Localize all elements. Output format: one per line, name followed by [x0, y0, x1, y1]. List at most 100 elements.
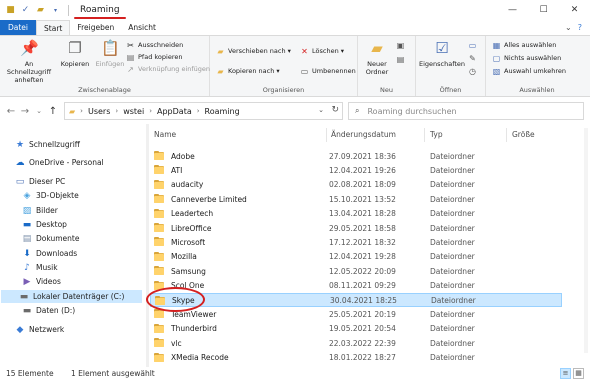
- file-date: 12.05.2022 20:09: [329, 266, 396, 276]
- file-name: audacity: [171, 180, 204, 190]
- table-row[interactable]: Samsung 12.05.2022 20:09 Dateiordner: [150, 264, 562, 278]
- cut-button[interactable]: ✂ Ausschneiden: [126, 40, 183, 50]
- minimize-button[interactable]: —: [497, 0, 528, 20]
- file-date: 12.04.2021 19:26: [329, 165, 396, 175]
- large-icons-view-icon[interactable]: ▦: [573, 368, 584, 379]
- up-arrow-icon[interactable]: ↑: [46, 106, 60, 117]
- move-to-button[interactable]: ▰ Verschieben nach ▾: [216, 46, 291, 56]
- forward-arrow-icon[interactable]: →: [18, 106, 32, 117]
- file-list-scrollbar[interactable]: [584, 128, 588, 353]
- column-header-type[interactable]: Typ: [430, 130, 443, 139]
- table-row[interactable]: LibreOffice 29.05.2021 18:58 Dateiordner: [150, 221, 562, 235]
- nav-item-onedrive[interactable]: ☁ OneDrive - Personal: [15, 156, 104, 169]
- table-row[interactable]: audacity 02.08.2021 18:09 Dateiordner: [150, 178, 562, 192]
- chevron-right-icon[interactable]: ›: [80, 107, 83, 115]
- nav-item-label: OneDrive - Personal: [29, 158, 104, 167]
- pin-quick-access-button[interactable]: 📌 An Schnellzugriff anheften: [3, 39, 55, 84]
- table-row[interactable]: TeamViewer 25.05.2021 20:19 Dateiordner: [150, 307, 562, 321]
- file-date: 30.04.2021 18:25: [330, 295, 397, 305]
- easy-access-button[interactable]: ▤: [396, 54, 405, 64]
- nav-item-quick-access[interactable]: ★ Schnellzugriff: [15, 138, 80, 151]
- column-divider[interactable]: [506, 128, 507, 142]
- nav-item-this-pc[interactable]: ▭ Dieser PC: [15, 175, 66, 188]
- maximize-button[interactable]: ☐: [528, 0, 559, 20]
- address-bar[interactable]: ▰ › Users › wstei › AppData › Roaming ⌄ …: [64, 102, 343, 120]
- delete-button[interactable]: ✕ Löschen ▾: [300, 46, 344, 56]
- nav-item-network[interactable]: ◆ Netzwerk: [15, 323, 65, 336]
- close-button[interactable]: ✕: [559, 0, 590, 20]
- nav-item-local-disk-c[interactable]: ▬ Lokaler Datenträger (C:): [1, 290, 142, 303]
- copy-path-button[interactable]: ▤ Pfad kopieren: [126, 52, 183, 62]
- column-header-size[interactable]: Größe: [512, 130, 535, 139]
- select-all-button[interactable]: ▦ Alles auswählen: [492, 40, 557, 50]
- paste-shortcut-button[interactable]: ↗ Verknüpfung einfügen: [126, 64, 210, 74]
- invert-selection-label: Auswahl umkehren: [504, 67, 566, 75]
- table-row[interactable]: Mozilla 12.04.2021 19:28 Dateiordner: [150, 250, 562, 264]
- breadcrumb-appdata[interactable]: AppData: [157, 107, 192, 116]
- nav-item-desktop[interactable]: ▬ Desktop: [22, 218, 67, 231]
- table-row[interactable]: Scol One 08.11.2021 09:29 Dateiordner: [150, 279, 562, 293]
- nav-item-label: Bilder: [36, 206, 58, 215]
- select-none-button[interactable]: ▢ Nichts auswählen: [492, 53, 561, 63]
- column-header-date[interactable]: Änderungsdatum: [331, 130, 396, 139]
- column-header-name[interactable]: Name: [154, 130, 176, 139]
- properties-icon[interactable]: ✓: [20, 5, 31, 16]
- open-button[interactable]: ▭: [468, 40, 477, 50]
- nav-item-videos[interactable]: ▶ Videos: [22, 275, 61, 288]
- tab-start[interactable]: Start: [36, 20, 71, 35]
- nav-scrollbar[interactable]: [146, 124, 149, 367]
- chevron-down-icon[interactable]: ⌄: [318, 106, 324, 114]
- nav-item-data-d[interactable]: ▬ Daten (D:): [22, 304, 75, 317]
- history-button[interactable]: ◷: [468, 66, 477, 76]
- file-name: Samsung: [171, 266, 206, 276]
- tab-share[interactable]: Freigeben: [70, 20, 121, 35]
- recent-chevron-icon[interactable]: ⌄: [32, 107, 46, 115]
- column-divider[interactable]: [326, 128, 327, 142]
- nav-item-documents[interactable]: ▤ Dokumente: [22, 232, 80, 245]
- address-row: ← → ⌄ ↑ ▰ › Users › wstei › AppData › Ro…: [0, 98, 590, 124]
- tab-view[interactable]: Ansicht: [121, 20, 163, 35]
- drive-icon: ▬: [19, 291, 29, 302]
- new-folder-button[interactable]: ▰ Neuer Ordner: [362, 39, 392, 76]
- paste-button[interactable]: 📋 Einfügen: [93, 39, 127, 68]
- refresh-icon[interactable]: ↻: [331, 105, 339, 115]
- copy-button[interactable]: ❐ Kopieren: [58, 39, 92, 68]
- chevron-right-icon[interactable]: ›: [197, 107, 200, 115]
- chevron-down-icon[interactable]: ▾: [50, 5, 61, 16]
- breadcrumb-roaming[interactable]: Roaming: [205, 107, 240, 116]
- chevron-right-icon[interactable]: ›: [149, 107, 152, 115]
- paste-shortcut-label: Verknüpfung einfügen: [138, 65, 211, 73]
- new-item-button[interactable]: ▣: [396, 40, 405, 50]
- nav-item-music[interactable]: ♪ Musik: [22, 261, 57, 274]
- tab-file[interactable]: Datei: [0, 20, 37, 35]
- file-date: 15.10.2021 13:52: [329, 194, 396, 204]
- nav-item-downloads[interactable]: ⬇ Downloads: [22, 247, 77, 260]
- table-row[interactable]: Thunderbird 19.05.2021 20:54 Dateiordner: [150, 322, 562, 336]
- new-folder-icon[interactable]: ▰: [35, 5, 46, 16]
- copy-to-button[interactable]: ▰ Kopieren nach ▾: [216, 66, 279, 76]
- rename-button[interactable]: ▭ Umbenennen: [300, 66, 356, 76]
- help-icon[interactable]: ?: [578, 23, 582, 32]
- column-divider[interactable]: [424, 128, 425, 142]
- table-row[interactable]: Canneverbe Limited 15.10.2021 13:52 Dateio…: [150, 192, 562, 206]
- edit-button[interactable]: ✎: [468, 53, 477, 63]
- table-row[interactable]: XMedia Recode 18.01.2022 18:27 Dateiordner: [150, 351, 562, 365]
- breadcrumb-wstei[interactable]: wstei: [123, 107, 144, 116]
- nav-item-pictures[interactable]: ▨ Bilder: [22, 204, 58, 217]
- new-group-label: Neu: [380, 86, 393, 94]
- breadcrumb-users[interactable]: Users: [88, 107, 110, 116]
- back-arrow-icon[interactable]: ←: [4, 106, 18, 117]
- table-row[interactable]: ATI 12.04.2021 19:26 Dateiordner: [150, 163, 562, 177]
- details-view-icon[interactable]: ≡: [560, 368, 571, 379]
- ribbon-collapse-icon[interactable]: ⌄: [565, 23, 572, 32]
- properties-button[interactable]: ☑ Eigenschaften: [419, 39, 465, 68]
- table-row[interactable]: vlc 22.03.2022 22:39 Dateiordner: [150, 336, 562, 350]
- search-box[interactable]: ⌕ Roaming durchsuchen: [348, 102, 584, 120]
- nav-item-3d-objects[interactable]: ◈ 3D-Objekte: [22, 189, 79, 202]
- table-row[interactable]: Microsoft 17.12.2021 18:32 Dateiordner: [150, 235, 562, 249]
- table-row[interactable]: Adobe 27.09.2021 18:36 Dateiordner: [150, 149, 562, 163]
- table-row[interactable]: Skype 30.04.2021 18:25 Dateiordner: [150, 293, 562, 307]
- chevron-right-icon[interactable]: ›: [115, 107, 118, 115]
- table-row[interactable]: Leadertech 13.04.2021 18:28 Dateiordner: [150, 207, 562, 221]
- invert-selection-button[interactable]: ▧ Auswahl umkehren: [492, 66, 566, 76]
